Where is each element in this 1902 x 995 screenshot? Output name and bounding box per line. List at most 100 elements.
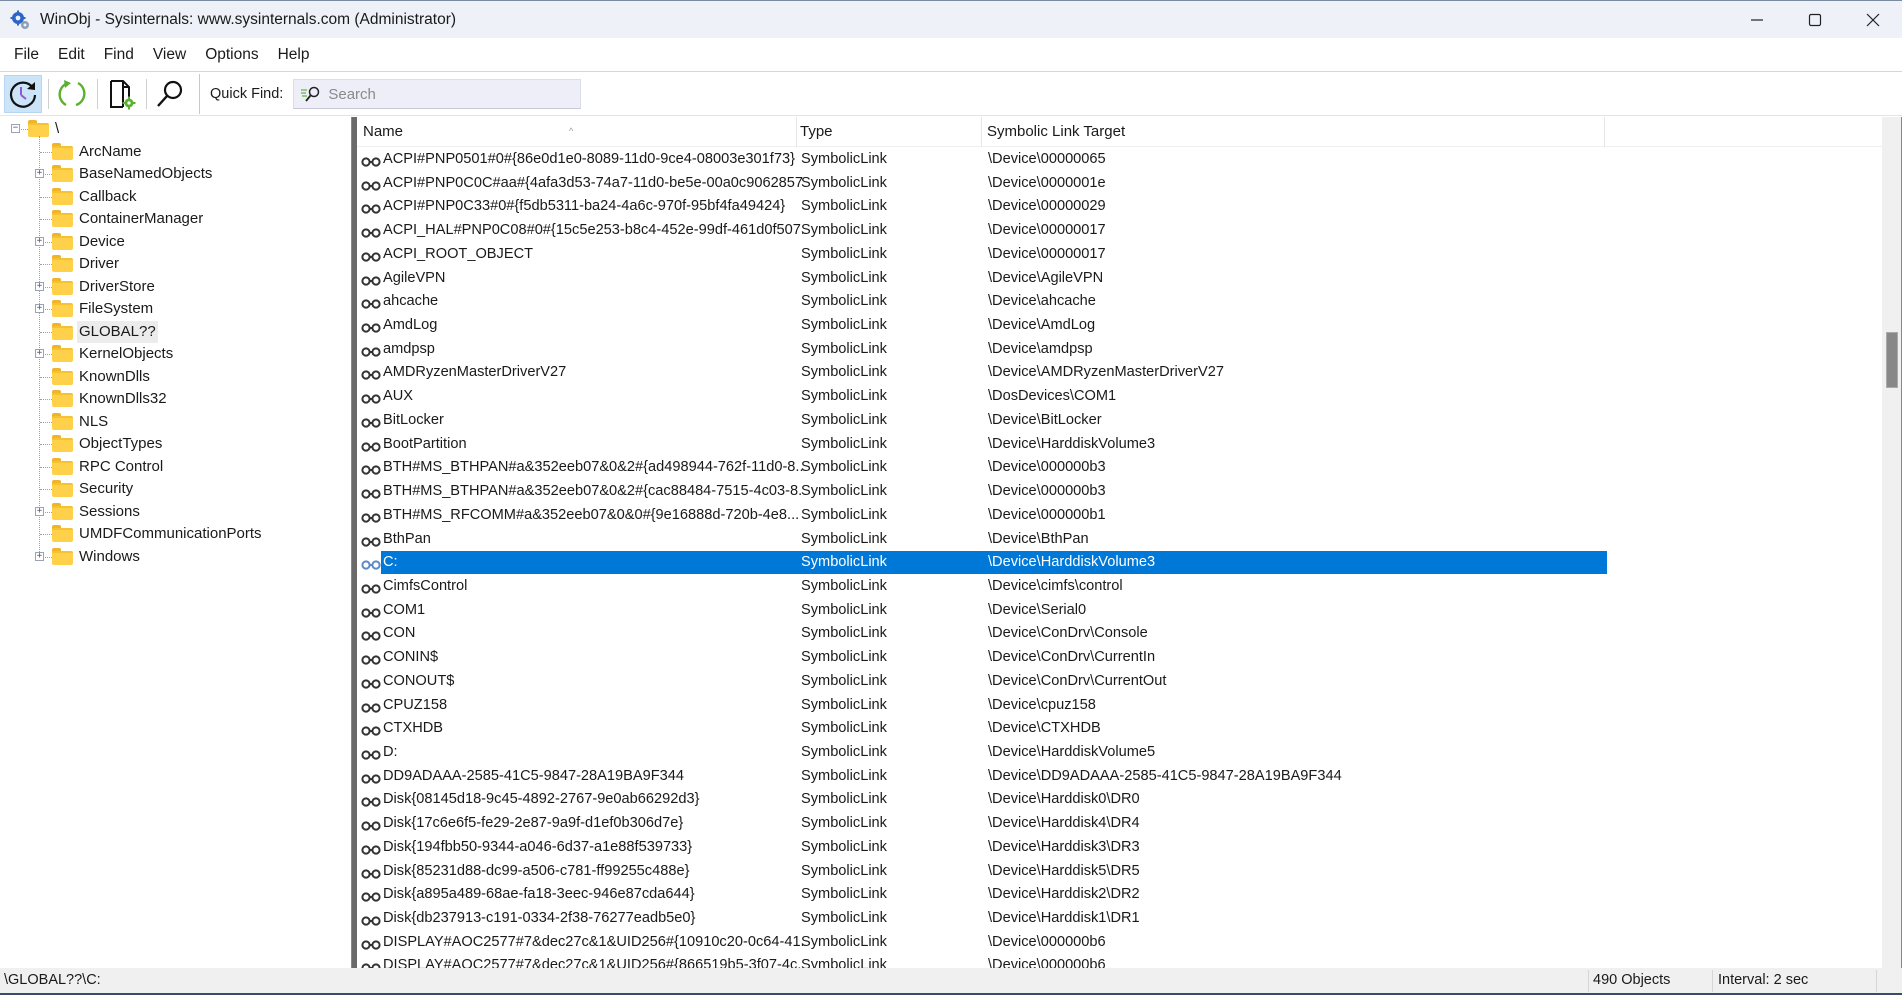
minimize-button[interactable] xyxy=(1728,1,1786,39)
table-row[interactable]: DISPLAY#AOC2577#7&dec27c&1&UID256#{86651… xyxy=(357,954,1607,968)
tree-item-callback[interactable]: Callback xyxy=(0,186,352,208)
cell-type: SymbolicLink xyxy=(801,744,887,760)
expand-icon[interactable]: + xyxy=(35,506,44,516)
list-vertical-scrollbar[interactable] xyxy=(1882,117,1902,968)
document-gear-icon xyxy=(110,80,136,110)
table-row[interactable]: CONOUT$ SymbolicLink \Device\ConDrv\Curren… xyxy=(357,670,1607,694)
table-row[interactable]: AgileVPN SymbolicLink \Device\AgileVPN xyxy=(357,267,1607,291)
table-row[interactable]: ACPI#PNP0501#0#{86e0d1e0-8089-11d0-9ce4-… xyxy=(357,148,1607,172)
tree-item-filesystem[interactable]: + FileSystem xyxy=(0,298,352,320)
table-row[interactable]: Disk{17c6e6f5-fe29-2e87-9a9f-d1ef0b306d7… xyxy=(357,812,1607,836)
tree-item-root[interactable]: − \ xyxy=(0,118,352,140)
tree-item-device[interactable]: + Device xyxy=(0,231,352,253)
maximize-button[interactable] xyxy=(1786,1,1844,39)
table-row[interactable]: BTH#MS_BTHPAN#a&352eeb07&0&2#{cac88484-7… xyxy=(357,480,1607,504)
table-row[interactable]: AmdLog SymbolicLink \Device\AmdLog xyxy=(357,314,1607,338)
table-row[interactable]: ACPI_HAL#PNP0C08#0#{15c5e253-b8c4-452e-9… xyxy=(357,219,1607,243)
properties-button[interactable] xyxy=(102,75,140,113)
table-row[interactable]: BitLocker SymbolicLink \Device\BitLocker xyxy=(357,409,1607,433)
table-row[interactable]: CON SymbolicLink \Device\ConDrv\Console xyxy=(357,622,1607,646)
tree-item-arcname[interactable]: ArcName xyxy=(0,141,352,163)
refresh-button[interactable] xyxy=(53,75,91,113)
table-row[interactable]: BTH#MS_RFCOMM#a&352eeb07&0&0#{9e16888d-7… xyxy=(357,504,1607,528)
clock-refresh-icon xyxy=(9,81,37,108)
table-row[interactable]: Disk{85231d88-dc99-a506-c781-ff99255c488… xyxy=(357,860,1607,884)
expand-icon[interactable]: + xyxy=(35,281,44,291)
collapse-icon[interactable]: − xyxy=(11,124,20,133)
table-row[interactable]: ACPI_ROOT_OBJECT SymbolicLink \Device\0000… xyxy=(357,243,1607,267)
menu-find[interactable]: Find xyxy=(96,38,142,72)
cell-target: \Device\00000029 xyxy=(988,198,1106,215)
find-button[interactable] xyxy=(151,75,189,113)
table-row[interactable]: Disk{08145d18-9c45-4892-2767-9e0ab66292d… xyxy=(357,788,1607,812)
tree-item-containermanager[interactable]: ContainerManager xyxy=(0,208,352,230)
table-row[interactable]: BootPartition SymbolicLink \Device\Harddis… xyxy=(357,433,1607,457)
tree-item-global[interactable]: GLOBAL?? xyxy=(0,320,352,343)
symbolic-link-icon xyxy=(361,510,381,523)
menu-view[interactable]: View xyxy=(145,38,194,72)
tree-item-umdfcommunicationports[interactable]: UMDFCommunicationPorts xyxy=(0,523,352,545)
quick-find-input[interactable] xyxy=(328,85,569,103)
table-row[interactable]: AUX SymbolicLink \DosDevices\COM1 xyxy=(357,385,1607,409)
table-row[interactable]: C: SymbolicLink \Device\HarddiskVolume3 xyxy=(357,551,1607,575)
expand-icon[interactable]: + xyxy=(35,349,44,358)
column-header-target[interactable]: Symbolic Link Target xyxy=(981,117,1605,147)
auto-refresh-button[interactable] xyxy=(4,75,42,113)
expand-icon[interactable]: + xyxy=(35,551,44,561)
expand-icon[interactable]: + xyxy=(35,304,44,313)
tree-item-knowndlls32[interactable]: KnownDlls32 xyxy=(0,388,352,410)
quick-find-box[interactable] xyxy=(293,79,582,109)
tree-item-driver[interactable]: Driver xyxy=(0,253,352,275)
tree-item-label: BaseNamedObjects xyxy=(79,165,213,182)
table-row[interactable]: AMDRyzenMasterDriverV27 SymbolicLink \Devi… xyxy=(357,361,1607,385)
tree-item-security[interactable]: Security xyxy=(0,478,352,500)
table-row[interactable]: ahcache SymbolicLink \Device\ahcache xyxy=(357,290,1607,314)
table-row[interactable]: CPUZ158 SymbolicLink \Device\cpuz158 xyxy=(357,694,1607,718)
tree-item-knowndlls[interactable]: KnownDlls xyxy=(0,366,352,388)
object-list: Name ^ Type Symbolic Link Target ACPI#PN… xyxy=(357,117,1882,968)
table-row[interactable]: Disk{a895a489-68ae-fa18-3eec-946e87cda64… xyxy=(357,883,1607,907)
cell-type: SymbolicLink xyxy=(801,554,887,571)
cell-target: \Device\ahcache xyxy=(988,293,1096,310)
menu-edit[interactable]: Edit xyxy=(50,38,93,72)
tree-item-label: KernelObjects xyxy=(79,345,174,362)
table-row[interactable]: CONIN$ SymbolicLink \Device\ConDrv\Current… xyxy=(357,646,1607,670)
folder-icon xyxy=(52,390,73,407)
table-row[interactable]: ACPI#PNP0C33#0#{f5db5311-ba24-4a6c-970f-… xyxy=(357,195,1607,219)
tree-item-objecttypes[interactable]: ObjectTypes xyxy=(0,433,352,455)
table-row[interactable]: BTH#MS_BTHPAN#a&352eeb07&0&2#{ad498944-7… xyxy=(357,456,1607,480)
folder-icon xyxy=(52,502,73,520)
expand-icon[interactable]: + xyxy=(35,169,44,178)
table-row[interactable]: BthPan SymbolicLink \Device\BthPan xyxy=(357,528,1607,552)
scrollbar-thumb[interactable] xyxy=(1886,332,1898,388)
table-row[interactable]: Disk{db237913-c191-0334-2f38-76277eadb5e… xyxy=(357,907,1607,931)
tree-item-kernelobjects[interactable]: + KernelObjects xyxy=(0,343,352,365)
table-row[interactable]: Disk{194fbb50-9344-a046-6d37-a1e88f53973… xyxy=(357,836,1607,860)
column-header-type[interactable]: Type xyxy=(794,117,982,147)
tree-item-windows[interactable]: + Windows xyxy=(0,546,352,568)
folder-icon xyxy=(52,277,73,295)
tree-item-driverstore[interactable]: + DriverStore xyxy=(0,276,352,298)
table-row[interactable]: CimfsControl SymbolicLink \Device\cimfs\co… xyxy=(357,575,1607,599)
tree-item-basenamedobjects[interactable]: + BaseNamedObjects xyxy=(0,163,352,185)
column-header-name[interactable]: Name ^ xyxy=(357,117,797,147)
tree-item-nls[interactable]: NLS xyxy=(0,411,352,433)
tree-item-sessions[interactable]: + Sessions xyxy=(0,501,352,523)
cell-type: SymbolicLink xyxy=(801,222,887,239)
expand-icon[interactable]: + xyxy=(35,236,44,246)
menu-help[interactable]: Help xyxy=(270,38,318,72)
table-row[interactable]: DISPLAY#AOC2577#7&dec27c&1&UID256#{10910… xyxy=(357,931,1607,955)
menu-options[interactable]: Options xyxy=(197,38,266,72)
tree-item-rpc-control[interactable]: RPC Control xyxy=(0,456,352,478)
cell-type: SymbolicLink xyxy=(801,886,887,903)
table-row[interactable]: CTXHDB SymbolicLink \Device\CTXHDB xyxy=(357,717,1607,741)
table-row[interactable]: DD9ADAAA-2585-41C5-9847-28A19BA9F344 Symb… xyxy=(357,765,1607,789)
table-row[interactable]: ACPI#PNP0C0C#aa#{4afa3d53-74a7-11d0-be5e… xyxy=(357,172,1607,196)
table-row[interactable]: amdpsp SymbolicLink \Device\amdpsp xyxy=(357,338,1607,362)
table-row[interactable]: COM1 SymbolicLink \Device\Serial0 xyxy=(357,599,1607,623)
symbolic-link-icon xyxy=(361,201,381,215)
close-button[interactable] xyxy=(1844,1,1902,39)
table-row[interactable]: D: SymbolicLink \Device\HarddiskVolume5 xyxy=(357,741,1607,765)
tree-item-label: Callback xyxy=(79,187,137,205)
menu-file[interactable]: File xyxy=(6,38,47,72)
